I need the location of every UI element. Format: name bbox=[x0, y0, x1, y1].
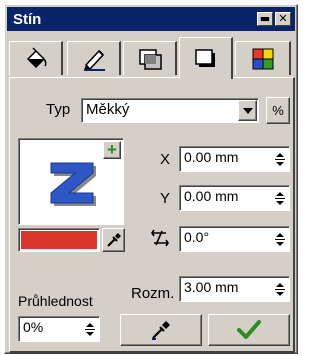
chevron-up-icon bbox=[276, 232, 284, 237]
color-palette-icon bbox=[252, 48, 273, 69]
shadow-preview: Z + bbox=[18, 138, 124, 225]
window-title: Stín bbox=[13, 10, 42, 28]
shadow-settings-panel: Typ Měkký % Z + bbox=[9, 77, 295, 353]
angle-stepper[interactable] bbox=[273, 229, 287, 249]
chevron-up-icon bbox=[276, 282, 284, 287]
tab-outline[interactable] bbox=[67, 41, 121, 75]
percent-button[interactable]: % bbox=[266, 97, 290, 124]
angle-icon bbox=[151, 229, 169, 247]
tab-strip bbox=[9, 37, 295, 79]
tab-fill[interactable] bbox=[9, 41, 63, 75]
checkmark-icon bbox=[237, 320, 261, 339]
tab-color[interactable] bbox=[235, 41, 291, 75]
color-swatch-fill bbox=[21, 231, 97, 249]
tab-shadow[interactable] bbox=[179, 37, 233, 79]
type-dropdown[interactable]: Měkký bbox=[81, 98, 259, 123]
offset-x-value: 0.00 mm bbox=[184, 149, 239, 165]
offset-x-field[interactable]: 0.00 mm bbox=[179, 146, 290, 172]
shadow-panel-window: Stín ▬ ✕ Typ Měkký % + X 0.00 mm Y 0.00 … bbox=[4, 4, 298, 354]
chevron-down-icon bbox=[86, 331, 94, 336]
transparency-value: 0% bbox=[23, 319, 44, 335]
shadow-icon bbox=[194, 48, 215, 67]
tab-transparency[interactable] bbox=[123, 41, 177, 75]
fill-bucket-icon bbox=[26, 46, 47, 68]
minimize-icon: ▬ bbox=[259, 12, 271, 25]
type-dropdown-button[interactable] bbox=[238, 100, 257, 121]
size-stepper[interactable] bbox=[273, 279, 287, 299]
type-value: Měkký bbox=[86, 101, 130, 118]
pick-shadow-button[interactable] bbox=[120, 314, 202, 346]
offset-y-value: 0.00 mm bbox=[184, 188, 239, 204]
offset-y-label: Y bbox=[160, 190, 171, 207]
size-label: Rozm. bbox=[131, 285, 175, 302]
offset-y-field[interactable]: 0.00 mm bbox=[179, 185, 290, 211]
chevron-down-icon bbox=[242, 107, 253, 114]
offset-x-stepper[interactable] bbox=[273, 149, 287, 169]
chevron-up-icon bbox=[86, 322, 94, 327]
eyedropper-icon bbox=[106, 233, 121, 247]
chevron-up-icon bbox=[276, 191, 284, 196]
chevron-down-icon bbox=[276, 161, 284, 166]
chevron-down-icon bbox=[276, 291, 284, 296]
chevron-down-icon bbox=[276, 200, 284, 205]
size-value: 3.00 mm bbox=[184, 279, 239, 295]
size-field[interactable]: 3.00 mm bbox=[179, 276, 290, 302]
chevron-down-icon bbox=[276, 241, 284, 246]
preview-letter: Z bbox=[20, 140, 21, 141]
percent-label: % bbox=[272, 103, 284, 118]
pen-icon bbox=[83, 49, 105, 71]
minimize-button[interactable]: ▬ bbox=[257, 12, 273, 26]
title-bar[interactable]: Stín ▬ ✕ bbox=[7, 7, 295, 31]
close-icon: ✕ bbox=[278, 12, 288, 25]
offset-y-stepper[interactable] bbox=[273, 188, 287, 208]
apply-button[interactable] bbox=[208, 314, 290, 346]
angle-value: 0.0° bbox=[184, 229, 210, 245]
eyedropper-button[interactable] bbox=[102, 228, 125, 252]
add-shadow-button[interactable]: + bbox=[103, 141, 121, 159]
transparency-field[interactable]: 0% bbox=[18, 316, 100, 342]
close-button[interactable]: ✕ bbox=[275, 12, 291, 26]
type-label: Typ bbox=[46, 101, 71, 118]
transparency-label: Průhlednost bbox=[18, 293, 93, 309]
offset-x-label: X bbox=[160, 151, 171, 168]
transparency-stepper[interactable] bbox=[83, 319, 97, 339]
eyedropper-icon bbox=[152, 321, 170, 340]
chevron-up-icon bbox=[276, 152, 284, 157]
transparency-icon bbox=[138, 48, 162, 70]
shadow-color-swatch[interactable] bbox=[18, 228, 100, 252]
plus-icon: + bbox=[107, 140, 117, 159]
angle-field[interactable]: 0.0° bbox=[179, 226, 290, 252]
